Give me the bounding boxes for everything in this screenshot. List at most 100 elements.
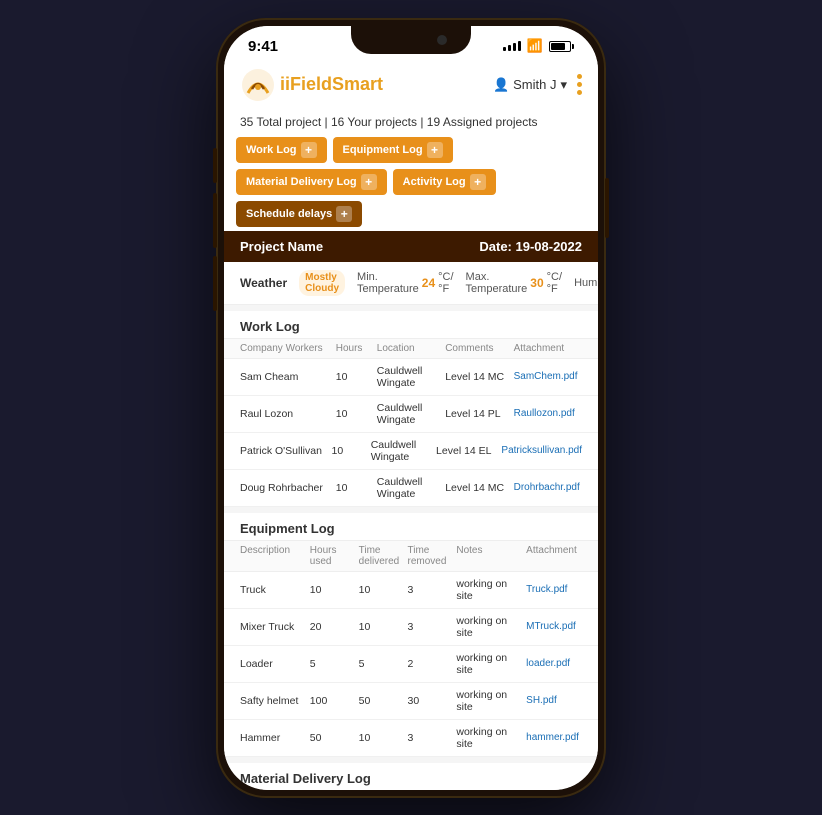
status-icons: 📶 <box>503 38 574 54</box>
table-row: Patrick O'Sullivan 10 Cauldwell Wingate … <box>224 433 598 470</box>
weather-humidity-label: Humidity <box>574 277 598 289</box>
material-log-section: Material Delivery Log Description Units … <box>224 763 598 790</box>
user-menu[interactable]: 👤 Smith J ▾ <box>493 77 567 93</box>
tab-equipment-log-label: Equipment Log <box>343 144 423 156</box>
el-desc: Truck <box>240 584 310 596</box>
weather-max-unit: °C/°F <box>547 271 562 295</box>
el-desc: Hammer <box>240 732 310 744</box>
el-removed: 3 <box>408 621 457 633</box>
wl-col-hours: Hours <box>336 343 377 354</box>
wl-col-comments: Comments <box>445 343 513 354</box>
tab-work-log-label: Work Log <box>246 144 297 156</box>
wl-location: Cauldwell Wingate <box>377 365 445 389</box>
app-header: iiFieldSmart 👤 Smith J ▾ <box>224 59 598 111</box>
tab-equipment-log[interactable]: Equipment Log + <box>333 137 453 163</box>
work-log-section: Work Log Company Workers Hours Location … <box>224 311 598 507</box>
tab-schedule-delays-add[interactable]: + <box>336 206 352 222</box>
material-log-title: Material Delivery Log <box>224 763 598 790</box>
wl-worker: Patrick O'Sullivan <box>240 445 331 457</box>
el-attachment[interactable]: loader.pdf <box>526 658 582 669</box>
wl-hours: 10 <box>336 482 377 494</box>
el-notes: working on site <box>456 652 526 676</box>
table-row: Hammer 50 10 3 working on site hammer.pd… <box>224 720 598 757</box>
el-attachment[interactable]: SH.pdf <box>526 695 582 706</box>
table-row: Doug Rohrbacher 10 Cauldwell Wingate Lev… <box>224 470 598 507</box>
wl-location: Cauldwell Wingate <box>377 402 445 426</box>
wl-hours: 10 <box>336 371 377 383</box>
logo-icon <box>240 67 276 103</box>
el-hours: 10 <box>310 584 359 596</box>
table-row: Mixer Truck 20 10 3 working on site MTru… <box>224 609 598 646</box>
el-delivered: 50 <box>359 695 408 707</box>
weather-label: Weather <box>240 276 287 290</box>
table-row: Raul Lozon 10 Cauldwell Wingate Level 14… <box>224 396 598 433</box>
dot-1 <box>577 74 582 79</box>
el-removed: 30 <box>408 695 457 707</box>
wl-location: Cauldwell Wingate <box>371 439 436 463</box>
battery-icon <box>549 41 574 52</box>
wl-hours: 10 <box>336 408 377 420</box>
el-attachment[interactable]: hammer.pdf <box>526 732 582 743</box>
el-attachment[interactable]: MTruck.pdf <box>526 621 582 632</box>
logo-text: iiFieldSmart <box>280 74 383 95</box>
wl-hours: 10 <box>331 445 370 457</box>
tabs-area: Work Log + Equipment Log + Material Deli… <box>224 137 598 231</box>
project-header: Project Name Date: 19-08-2022 <box>224 231 598 262</box>
el-desc: Loader <box>240 658 310 670</box>
el-hours: 50 <box>310 732 359 744</box>
weather-min-label: Min. Temperature <box>357 271 419 295</box>
equipment-log-header: Description Hours used Time delivered Ti… <box>224 540 598 572</box>
wl-attachment[interactable]: Raullozon.pdf <box>514 408 582 419</box>
project-summary: 35 Total project | 16 Your projects | 19… <box>224 111 598 137</box>
wl-comments: Level 14 MC <box>445 482 513 494</box>
wl-comments: Level 14 MC <box>445 371 513 383</box>
el-desc: Safty helmet <box>240 695 310 707</box>
el-hours: 100 <box>310 695 359 707</box>
tab-schedule-delays[interactable]: Schedule delays + <box>236 201 362 227</box>
dropdown-icon: ▾ <box>560 77 567 93</box>
wl-attachment[interactable]: Patricksullivan.pdf <box>501 445 582 456</box>
tab-equipment-log-add[interactable]: + <box>427 142 443 158</box>
wl-col-worker: Company Workers <box>240 343 336 354</box>
project-date: Date: 19-08-2022 <box>479 239 582 254</box>
scroll-area[interactable]: Project Name Date: 19-08-2022 Weather Mo… <box>224 231 598 790</box>
table-row: Safty helmet 100 50 30 working on site S… <box>224 683 598 720</box>
weather-min-val: 24 <box>422 276 435 290</box>
el-delivered: 5 <box>359 658 408 670</box>
tab-activity-log[interactable]: Activity Log + <box>393 169 496 195</box>
tab-work-log-add[interactable]: + <box>301 142 317 158</box>
el-desc: Mixer Truck <box>240 621 310 633</box>
table-row: Loader 5 5 2 working on site loader.pdf <box>224 646 598 683</box>
wl-comments: Level 14 PL <box>445 408 513 420</box>
el-attachment[interactable]: Truck.pdf <box>526 584 582 595</box>
wl-col-location: Location <box>377 343 445 354</box>
weather-bar: Weather Mostly Cloudy Min. Temperature 2… <box>224 262 598 305</box>
weather-status: Mostly Cloudy <box>299 270 345 296</box>
el-removed: 2 <box>408 658 457 670</box>
wl-attachment[interactable]: SamChem.pdf <box>514 371 582 382</box>
el-notes: working on site <box>456 615 526 639</box>
el-col-removed: Time removed <box>408 545 457 567</box>
tab-material-log-add[interactable]: + <box>361 174 377 190</box>
weather-humidity: Humidity 91 % <box>574 276 598 290</box>
tab-work-log[interactable]: Work Log + <box>236 137 327 163</box>
equipment-log-section: Equipment Log Description Hours used Tim… <box>224 513 598 757</box>
signal-icon <box>503 41 521 51</box>
weather-min: Min. Temperature 24 °C/°F <box>357 271 454 295</box>
project-name: Project Name <box>240 239 323 254</box>
wl-attachment[interactable]: Drohrbachr.pdf <box>514 482 582 493</box>
user-icon: 👤 <box>493 77 509 93</box>
wl-worker: Sam Cheam <box>240 371 336 383</box>
weather-min-unit: °C/°F <box>438 271 453 295</box>
tab-activity-log-add[interactable]: + <box>470 174 486 190</box>
tab-material-log-label: Material Delivery Log <box>246 176 357 188</box>
wl-location: Cauldwell Wingate <box>377 476 445 500</box>
user-name: Smith J <box>513 77 556 92</box>
work-log-title: Work Log <box>224 311 598 338</box>
weather-max-val: 30 <box>530 276 543 290</box>
tab-material-log[interactable]: Material Delivery Log + <box>236 169 387 195</box>
more-menu[interactable] <box>577 74 582 95</box>
el-col-hours: Hours used <box>310 545 359 567</box>
dot-2 <box>577 82 582 87</box>
el-col-delivered: Time delivered <box>359 545 408 567</box>
